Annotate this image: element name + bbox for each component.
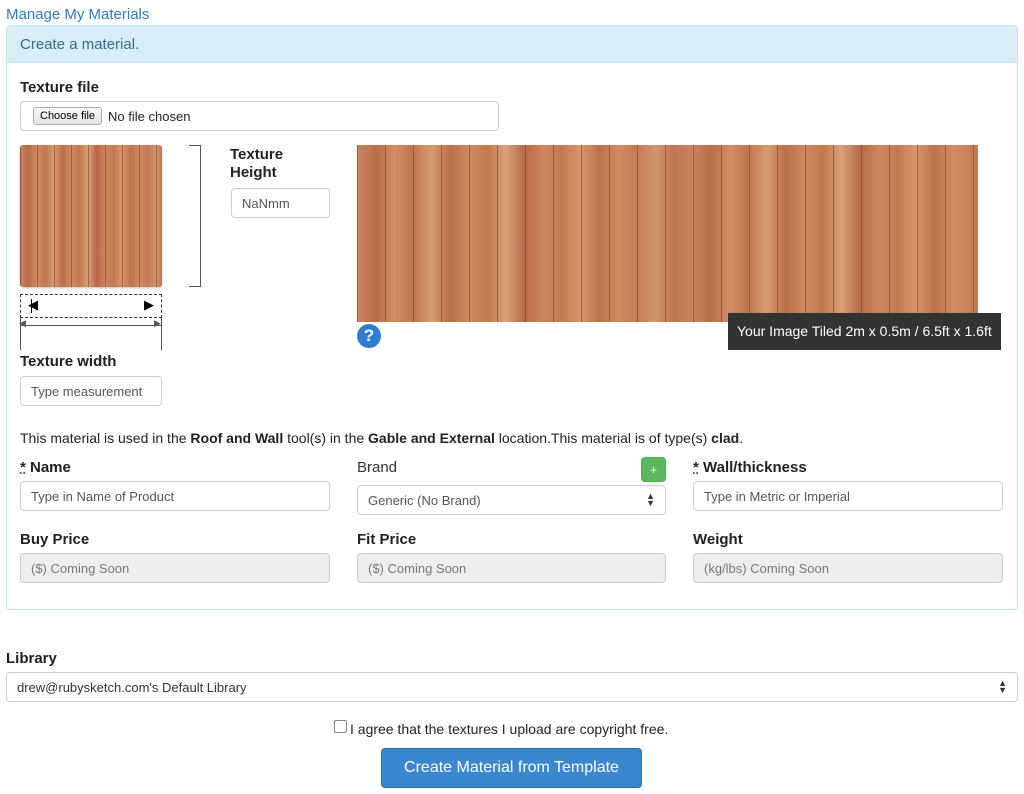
arrow-left-icon: ◀ xyxy=(28,297,38,312)
plus-icon: + xyxy=(649,462,657,477)
name-label: * Name xyxy=(20,459,71,476)
width-dimension-right-tick xyxy=(161,318,162,350)
library-selected-value: drew@rubysketch.com's Default Library xyxy=(17,679,247,695)
question-circle-icon[interactable]: ? xyxy=(357,324,381,348)
weight-input: (kg/lbs) Coming Soon xyxy=(693,553,1003,583)
buy-price-input: ($) Coming Soon xyxy=(20,553,330,583)
width-line-left-arrow: ◀ xyxy=(19,318,26,328)
wall-thickness-label: * Wall/thickness xyxy=(693,459,807,476)
panel-heading: Create a material. xyxy=(7,26,1017,63)
texture-height-input[interactable]: NaNmm xyxy=(231,188,330,218)
wall-thickness-input[interactable]: Type in Metric or Imperial xyxy=(693,481,1003,511)
width-drag-handle[interactable]: ◀ ▶ xyxy=(20,294,162,318)
texture-file-input[interactable]: Choose file No file chosen xyxy=(20,101,499,131)
arrow-right-icon: ▶ xyxy=(144,297,154,312)
add-brand-button[interactable]: + xyxy=(641,457,666,482)
texture-file-label: Texture file xyxy=(20,79,99,96)
brand-label: Brand xyxy=(357,459,398,476)
texture-width-label: Texture width xyxy=(20,353,117,370)
copyright-agree-label: I agree that the textures I upload are c… xyxy=(350,721,669,737)
material-usage-text: This material is used in the Roof and Wa… xyxy=(20,430,744,446)
up-down-arrows-icon: ▲ ▼ xyxy=(998,678,1007,695)
height-dimension-bottom-tick xyxy=(189,286,201,287)
texture-height-label: Texture Height xyxy=(230,146,284,181)
fit-price-input: ($) Coming Soon xyxy=(357,553,666,583)
manage-materials-link[interactable]: Manage My Materials xyxy=(6,6,149,23)
tiled-size-tooltip: Your Image Tiled 2m x 0.5m / 6.5ft x 1.6… xyxy=(728,313,1001,350)
up-down-arrows-icon: ▲ ▼ xyxy=(646,491,655,508)
create-material-button[interactable]: Create Material from Template xyxy=(381,748,642,788)
brand-selected-value: Generic (No Brand) xyxy=(368,492,481,508)
texture-thumbnail xyxy=(20,145,162,287)
height-dimension-line xyxy=(200,145,201,286)
tiled-texture-preview xyxy=(357,145,978,322)
library-label: Library xyxy=(6,650,57,667)
name-input[interactable]: Type in Name of Product xyxy=(20,481,330,511)
copyright-agree-checkbox[interactable] xyxy=(334,720,347,733)
brand-select[interactable]: Generic (No Brand) ▲ ▼ xyxy=(357,485,666,515)
file-status: No file chosen xyxy=(108,108,191,124)
width-line-right-arrow: ▶ xyxy=(154,318,161,328)
buy-price-label: Buy Price xyxy=(20,531,90,548)
texture-width-input[interactable]: Type measurement xyxy=(20,376,162,406)
choose-file-button[interactable]: Choose file xyxy=(33,107,103,125)
arrow-left-bar xyxy=(31,299,32,313)
width-dimension-line xyxy=(20,325,162,326)
library-select[interactable]: drew@rubysketch.com's Default Library ▲ ▼ xyxy=(6,672,1018,702)
weight-label: Weight xyxy=(693,531,743,548)
fit-price-label: Fit Price xyxy=(357,531,417,548)
